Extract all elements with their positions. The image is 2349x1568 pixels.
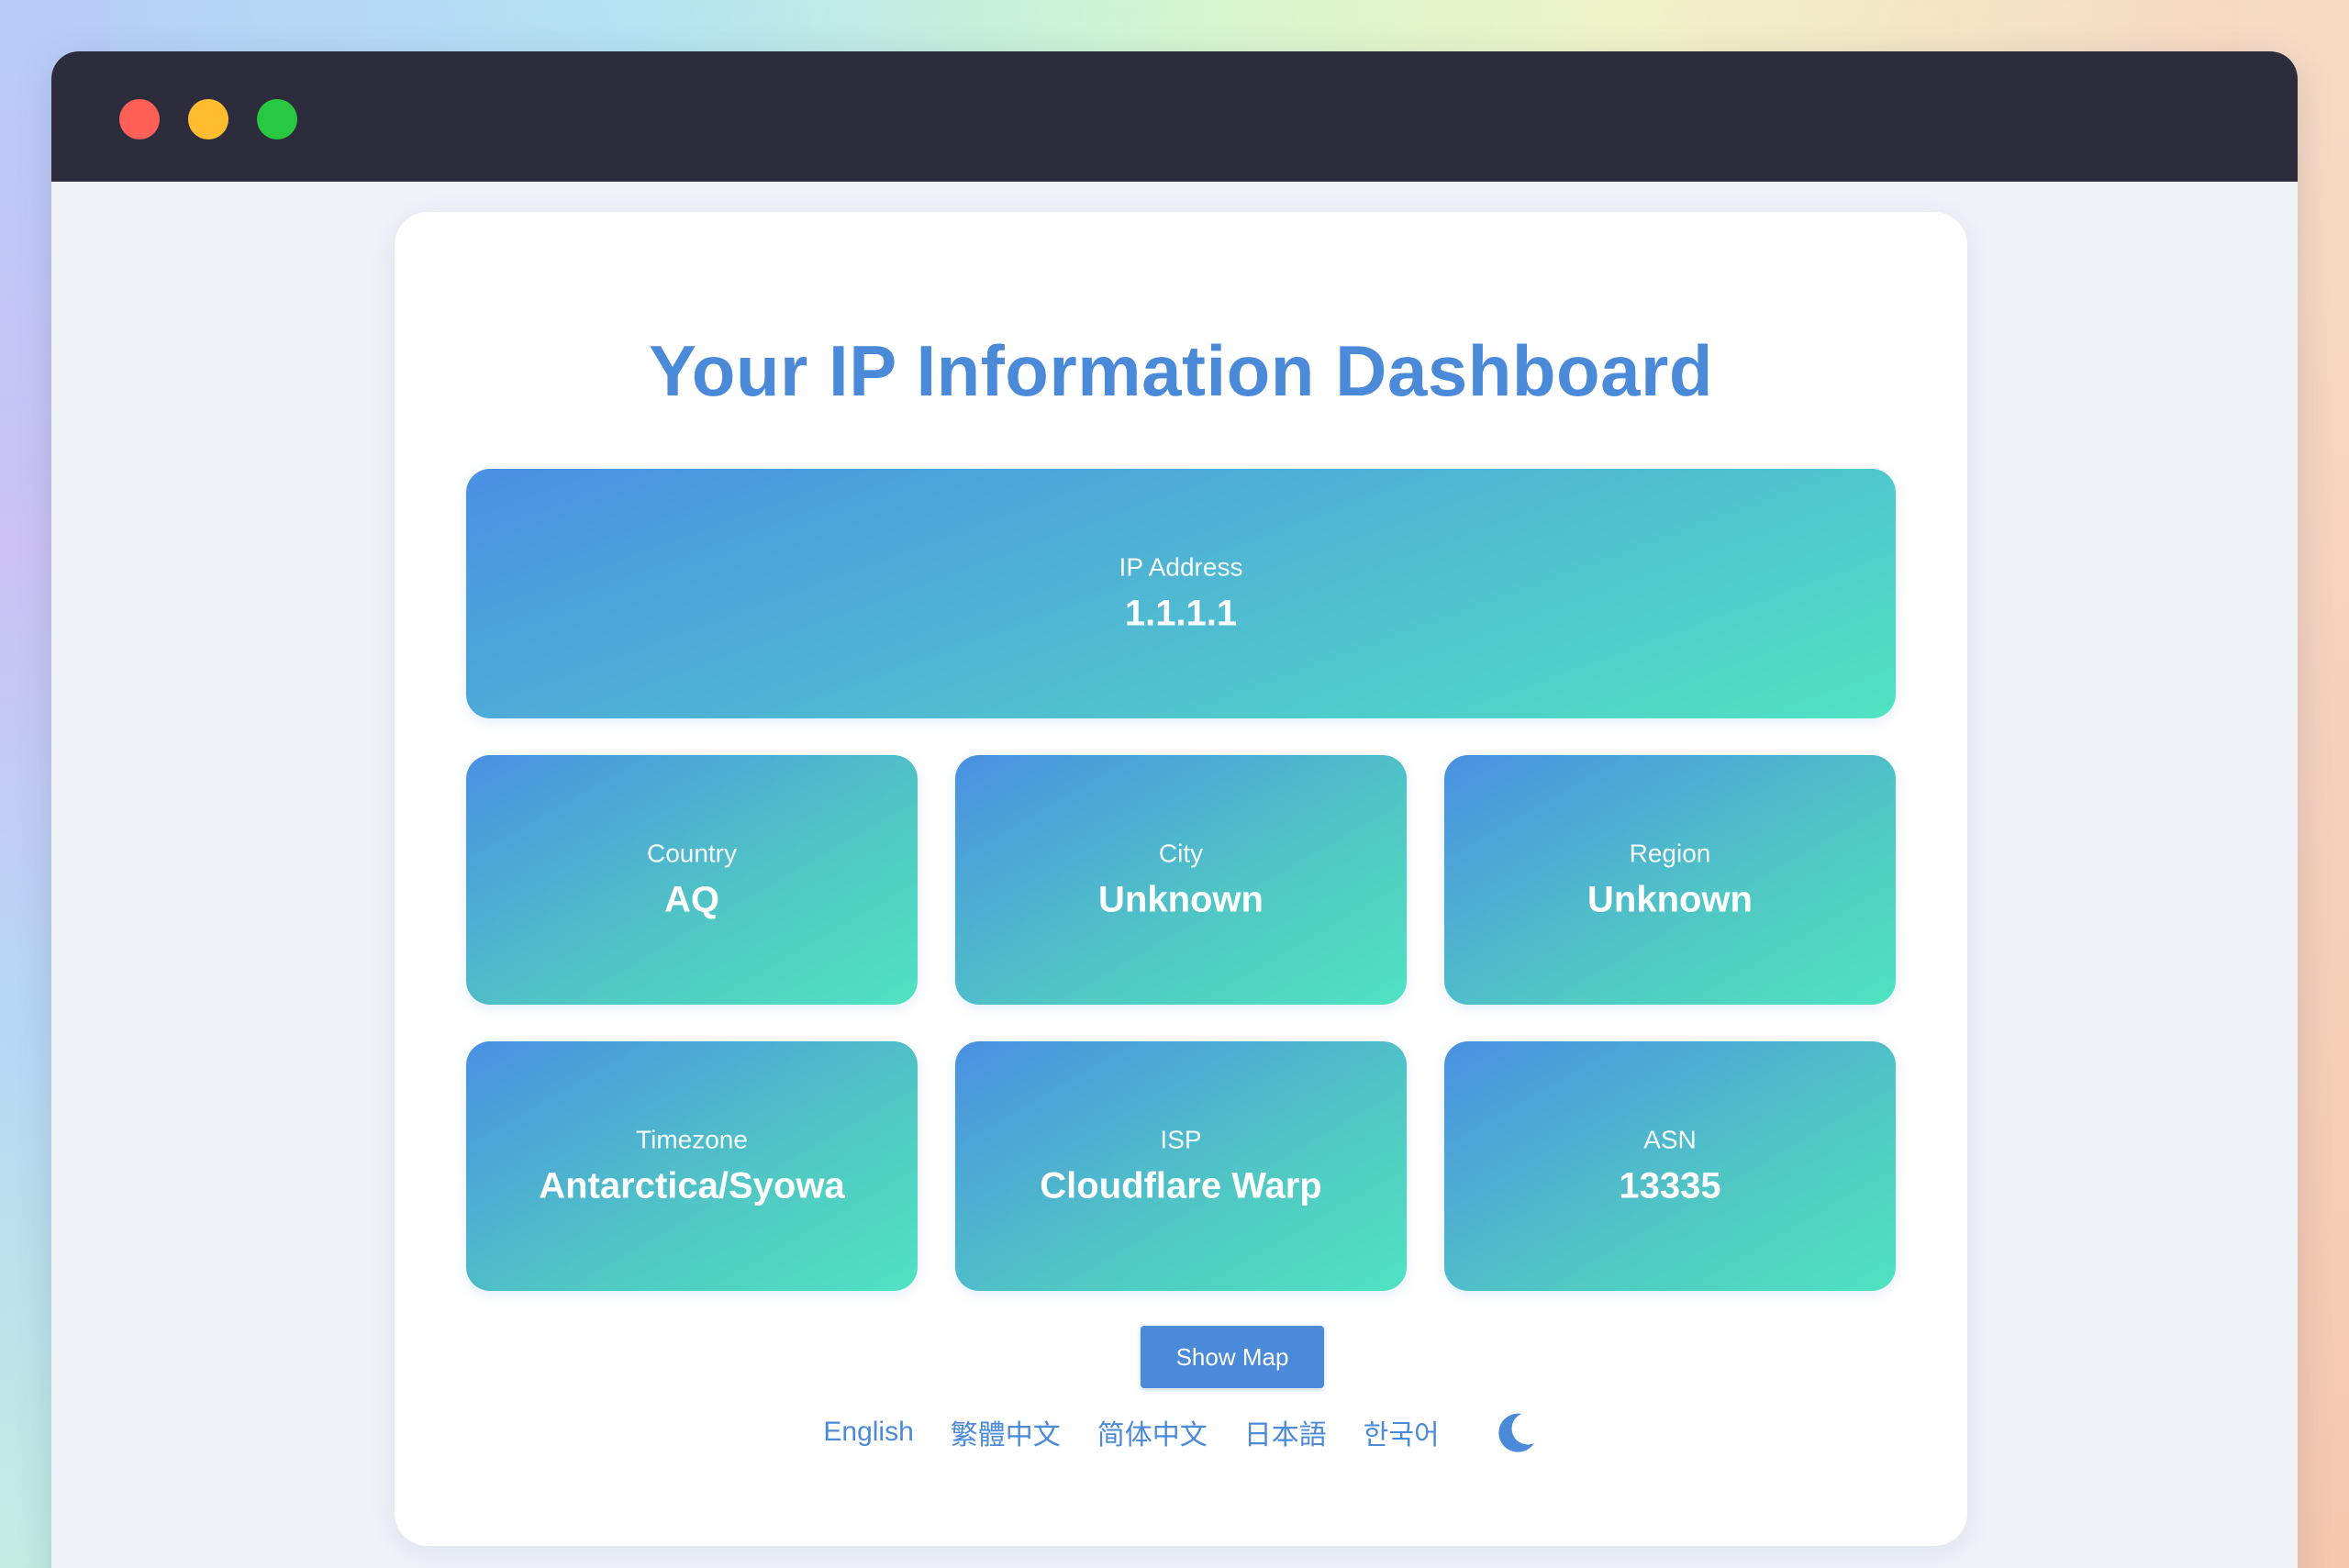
dashboard-card: Your IP Information Dashboard IP Address… [395,212,1967,1546]
timezone-tile: Timezone Antarctica/Syowa [466,1041,918,1291]
timezone-value: Antarctica/Syowa [539,1165,845,1207]
language-english-link[interactable]: English [823,1417,913,1448]
asn-value: 13335 [1619,1165,1721,1207]
asn-tile: ASN 13335 [1444,1041,1896,1291]
ip-address-tile: IP Address 1.1.1.1 [466,469,1896,718]
country-value: AQ [664,879,719,920]
language-japanese-link[interactable]: 日本語 [1244,1412,1327,1452]
country-tile: Country AQ [466,755,918,1005]
browser-window: Your IP Information Dashboard IP Address… [51,51,2298,1568]
region-value: Unknown [1587,879,1753,920]
region-tile: Region Unknown [1444,755,1896,1005]
language-traditional-chinese-link[interactable]: 繁體中文 [951,1412,1061,1452]
asn-label: ASN [1643,1125,1697,1154]
minimize-window-button[interactable] [188,99,228,139]
city-label: City [1158,839,1204,868]
page-viewport: Your IP Information Dashboard IP Address… [51,182,2298,1568]
timezone-label: Timezone [636,1125,748,1154]
window-titlebar [51,51,2298,182]
ip-address-value: 1.1.1.1 [1124,593,1238,634]
city-tile: City Unknown [955,755,1407,1005]
isp-tile: ISP Cloudflare Warp [955,1041,1407,1291]
language-switcher: English 繁體中文 简体中文 日本語 한국어 [395,1405,1967,1460]
close-window-button[interactable] [119,99,160,139]
city-value: Unknown [1098,879,1264,920]
page-title: Your IP Information Dashboard [648,330,1714,411]
maximize-window-button[interactable] [257,99,297,139]
language-korean-link[interactable]: 한국어 [1364,1412,1440,1452]
country-label: Country [646,839,738,868]
isp-value: Cloudflare Warp [1040,1165,1322,1207]
ip-address-label: IP Address [1119,552,1243,582]
moon-icon[interactable] [1493,1409,1539,1455]
region-label: Region [1629,839,1711,868]
language-simplified-chinese-link[interactable]: 简体中文 [1097,1412,1208,1452]
isp-label: ISP [1160,1125,1202,1154]
show-map-button[interactable]: Show Map [1141,1326,1324,1388]
